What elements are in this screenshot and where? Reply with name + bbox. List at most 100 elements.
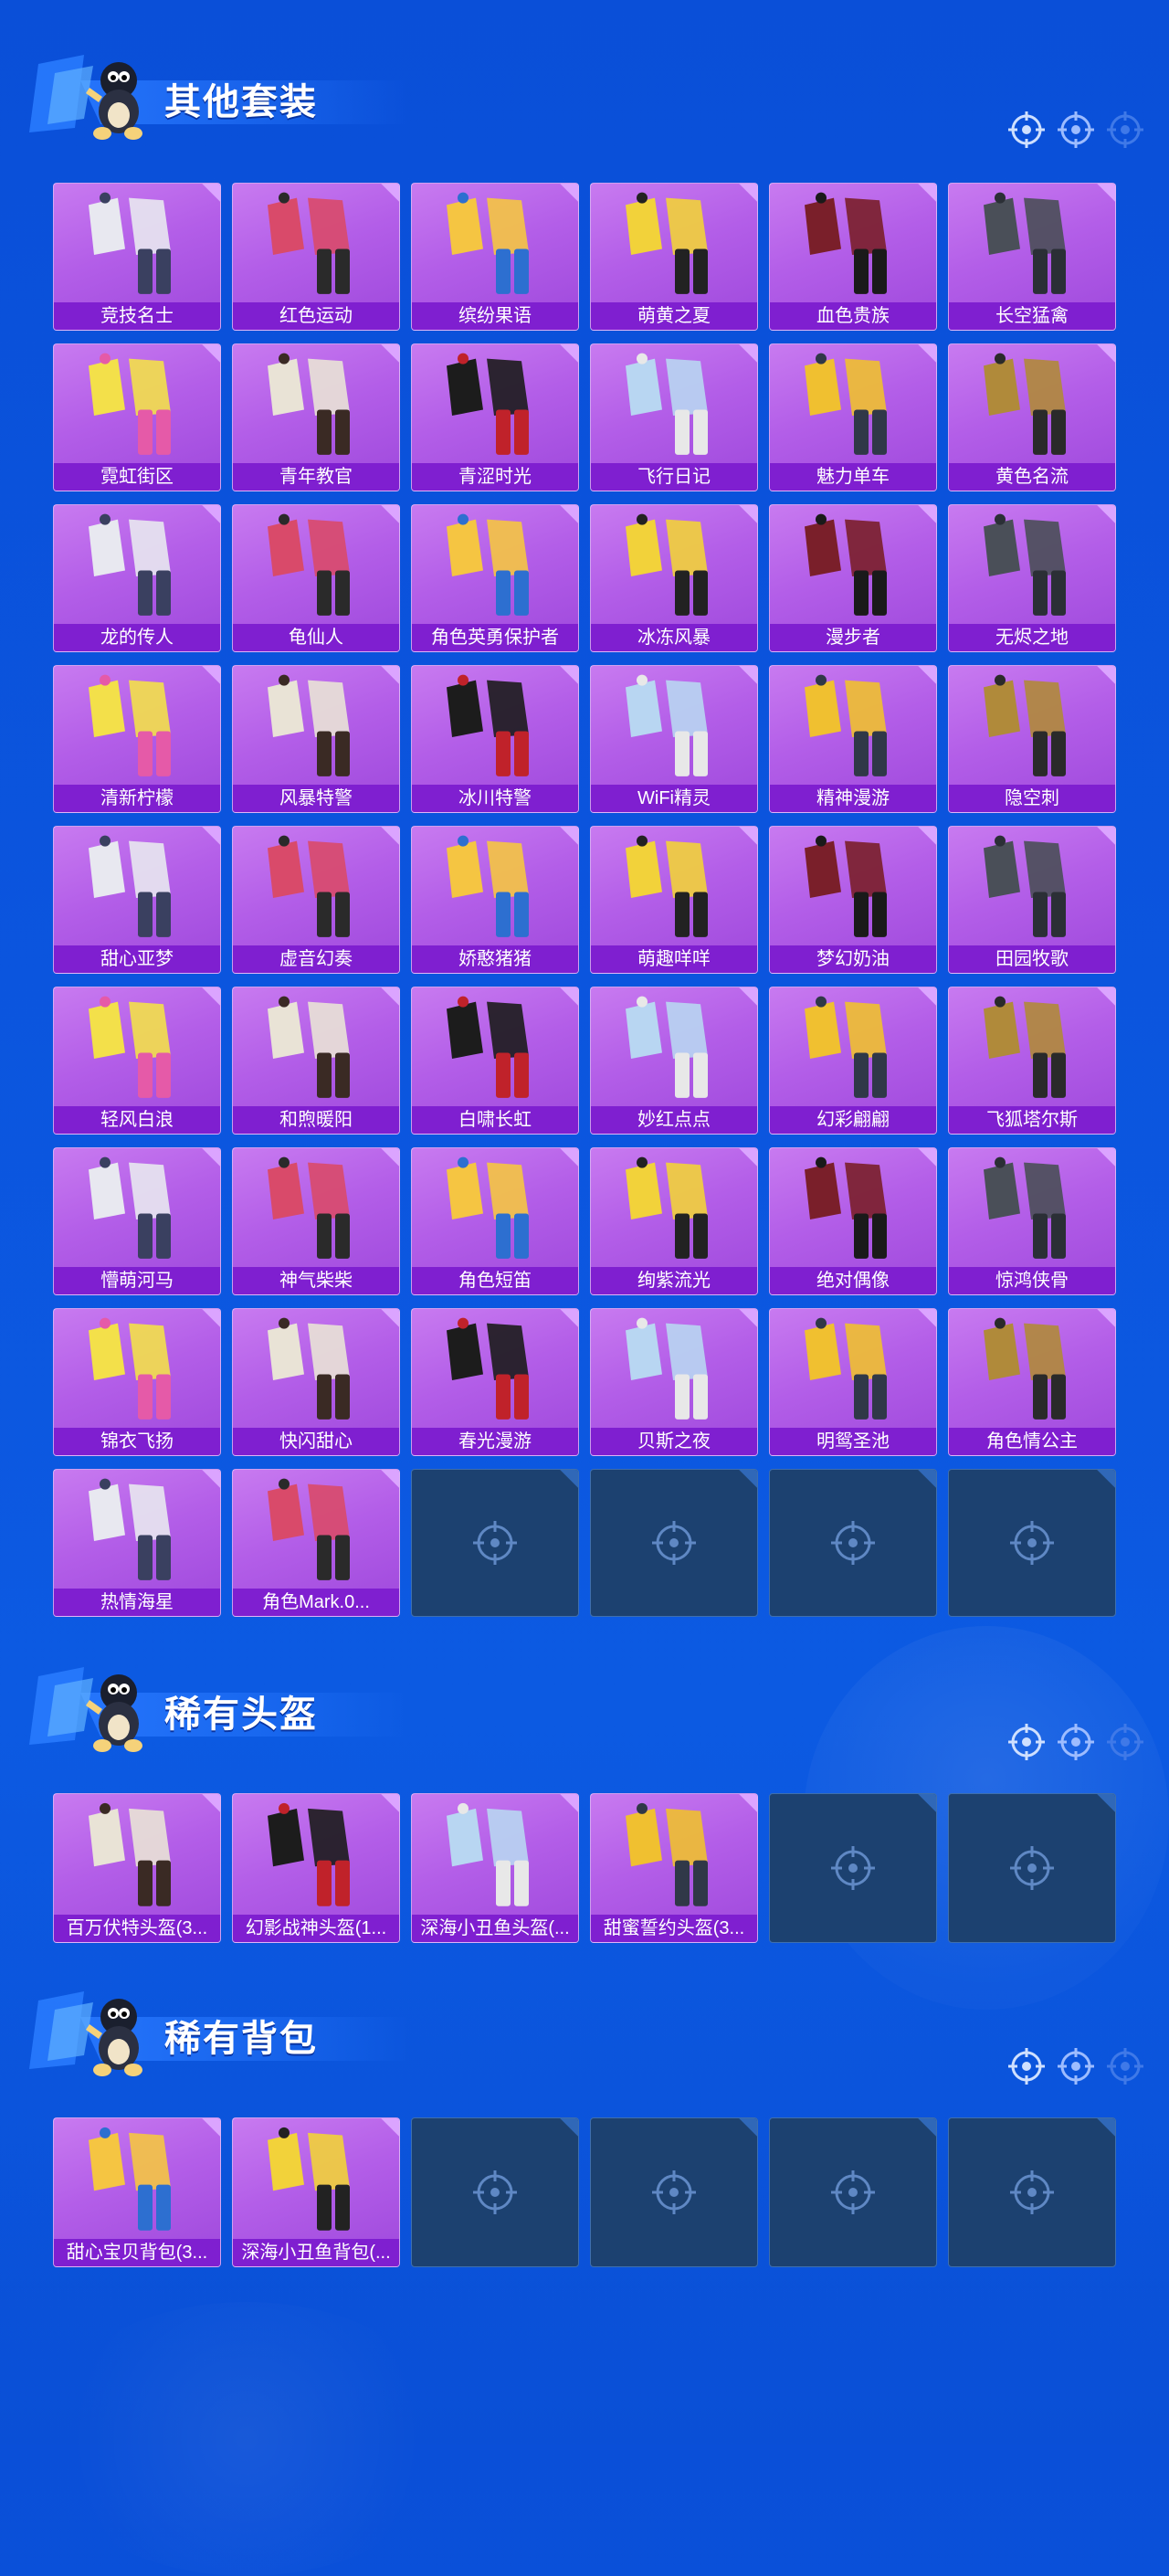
- item-card[interactable]: 飞行日记: [590, 343, 758, 491]
- card-corner-decoration: [918, 1794, 936, 1812]
- item-card[interactable]: 精神漫游: [769, 665, 937, 813]
- item-card[interactable]: 娇憨猪猪: [411, 826, 579, 974]
- item-name: 娇憨猪猪: [412, 945, 578, 973]
- item-name: 幻彩翩翩: [770, 1106, 936, 1134]
- item-card[interactable]: 甜蜜誓约头盔(3...: [590, 1793, 758, 1943]
- card-corner-decoration: [1097, 1794, 1115, 1812]
- item-name: 青涩时光: [412, 463, 578, 491]
- section-other-outfits: 其他套装 竞技名士 红色运动 缤纷果语 萌黄之夏 血色贵族 长空猛禽霓虹街区 青年教官 青涩时…: [0, 46, 1169, 1617]
- crosshair-icon: [1010, 1521, 1054, 1565]
- item-card[interactable]: 热情海星: [53, 1469, 221, 1617]
- item-name: 梦幻奶油: [770, 945, 936, 973]
- crosshair-icon: [1008, 111, 1045, 148]
- item-card[interactable]: 幻彩翩翩: [769, 987, 937, 1135]
- item-card[interactable]: 锦衣飞扬: [53, 1308, 221, 1456]
- item-card[interactable]: 懵萌河马: [53, 1147, 221, 1295]
- mascot-icon: [29, 55, 142, 140]
- empty-slot: [590, 1469, 758, 1617]
- item-name: 锦衣飞扬: [54, 1428, 220, 1455]
- item-card[interactable]: 梦幻奶油: [769, 826, 937, 974]
- item-card[interactable]: 血色贵族: [769, 183, 937, 331]
- item-card[interactable]: 绝对偶像: [769, 1147, 937, 1295]
- item-card[interactable]: 深海小丑鱼背包(...: [232, 2117, 400, 2267]
- item-name: 百万伏特头盔(3...: [54, 1915, 220, 1942]
- item-name: 冰川特警: [412, 785, 578, 812]
- item-card[interactable]: 角色英勇保护者: [411, 504, 579, 652]
- item-card[interactable]: 贝斯之夜: [590, 1308, 758, 1456]
- item-card[interactable]: 萌趣咩咩: [590, 826, 758, 974]
- item-card[interactable]: 神气柴柴: [232, 1147, 400, 1295]
- item-card[interactable]: 明鸳圣池: [769, 1308, 937, 1456]
- item-name: 妙红点点: [591, 1106, 757, 1134]
- item-card[interactable]: 虚音幻奏: [232, 826, 400, 974]
- item-card[interactable]: 清新柠檬: [53, 665, 221, 813]
- item-name: 龙的传人: [54, 624, 220, 651]
- item-name: 精神漫游: [770, 785, 936, 812]
- item-card[interactable]: 角色情公主: [948, 1308, 1116, 1456]
- item-card[interactable]: 甜心亚梦: [53, 826, 221, 974]
- item-card[interactable]: 缤纷果语: [411, 183, 579, 331]
- card-corner-decoration: [1097, 2118, 1115, 2137]
- item-card[interactable]: 漫步者: [769, 504, 937, 652]
- item-card[interactable]: 幻影战神头盔(1...: [232, 1793, 400, 1943]
- item-card[interactable]: 惊鸿侠骨: [948, 1147, 1116, 1295]
- item-card[interactable]: 快闪甜心: [232, 1308, 400, 1456]
- item-name: 青年教官: [233, 463, 399, 491]
- item-card[interactable]: 妙红点点: [590, 987, 758, 1135]
- item-card[interactable]: 飞狐塔尔斯: [948, 987, 1116, 1135]
- item-card[interactable]: 角色短笛: [411, 1147, 579, 1295]
- item-card[interactable]: 萌黄之夏: [590, 183, 758, 331]
- mascot-icon: [29, 1991, 142, 2076]
- item-card[interactable]: 青年教官: [232, 343, 400, 491]
- item-name: 甜心亚梦: [54, 945, 220, 973]
- crosshair-icon: [652, 1521, 696, 1565]
- item-card[interactable]: 冰川特警: [411, 665, 579, 813]
- item-card[interactable]: 白啸长虹: [411, 987, 579, 1135]
- crosshair-icon: [652, 2170, 696, 2214]
- section-header: 稀有背包: [26, 1982, 409, 2083]
- section-rare-helmets: 稀有头盔 百万伏特头盔(3... 幻影战神头盔(1... 深海小丑鱼头盔(... 甜蜜…: [0, 1658, 1169, 1969]
- card-corner-decoration: [560, 2118, 578, 2137]
- item-name: 霓虹街区: [54, 463, 220, 491]
- item-card[interactable]: 魅力单车: [769, 343, 937, 491]
- item-card[interactable]: 龟仙人: [232, 504, 400, 652]
- item-name: 深海小丑鱼背包(...: [233, 2239, 399, 2266]
- item-name: 惊鸿侠骨: [949, 1267, 1115, 1294]
- item-card[interactable]: 霓虹街区: [53, 343, 221, 491]
- item-card[interactable]: 隐空刺: [948, 665, 1116, 813]
- item-card[interactable]: WiFi精灵: [590, 665, 758, 813]
- item-card[interactable]: 竞技名士: [53, 183, 221, 331]
- item-name: 角色短笛: [412, 1267, 578, 1294]
- item-card[interactable]: 和煦暖阳: [232, 987, 400, 1135]
- item-card[interactable]: 绚紫流光: [590, 1147, 758, 1295]
- item-name: 缤纷果语: [412, 302, 578, 330]
- section-title: 其他套装: [164, 82, 318, 122]
- item-card[interactable]: 深海小丑鱼头盔(...: [411, 1793, 579, 1943]
- item-card[interactable]: 田园牧歌: [948, 826, 1116, 974]
- section-header: 稀有头盔: [26, 1658, 409, 1758]
- item-card[interactable]: 风暴特警: [232, 665, 400, 813]
- item-card[interactable]: 无烬之地: [948, 504, 1116, 652]
- item-name: 角色情公主: [949, 1428, 1115, 1455]
- empty-slot: [948, 2117, 1116, 2267]
- crosshair-icon: [1010, 2170, 1054, 2214]
- empty-slot: [411, 1469, 579, 1617]
- item-card[interactable]: 冰冻风暴: [590, 504, 758, 652]
- item-card[interactable]: 黄色名流: [948, 343, 1116, 491]
- item-card[interactable]: 红色运动: [232, 183, 400, 331]
- item-card[interactable]: 龙的传人: [53, 504, 221, 652]
- section-header: 其他套装: [26, 46, 409, 146]
- empty-slot: [769, 1469, 937, 1617]
- item-card[interactable]: 青涩时光: [411, 343, 579, 491]
- item-name: 春光漫游: [412, 1428, 578, 1455]
- item-name: 飞狐塔尔斯: [949, 1106, 1115, 1134]
- item-card[interactable]: 甜心宝贝背包(3...: [53, 2117, 221, 2267]
- item-name: 红色运动: [233, 302, 399, 330]
- item-card[interactable]: 轻风白浪: [53, 987, 221, 1135]
- item-card[interactable]: 长空猛禽: [948, 183, 1116, 331]
- item-card[interactable]: 百万伏特头盔(3...: [53, 1793, 221, 1943]
- item-card[interactable]: 春光漫游: [411, 1308, 579, 1456]
- item-name: 长空猛禽: [949, 302, 1115, 330]
- item-card[interactable]: 角色Mark.0...: [232, 1469, 400, 1617]
- item-name: 幻影战神头盔(1...: [233, 1915, 399, 1942]
